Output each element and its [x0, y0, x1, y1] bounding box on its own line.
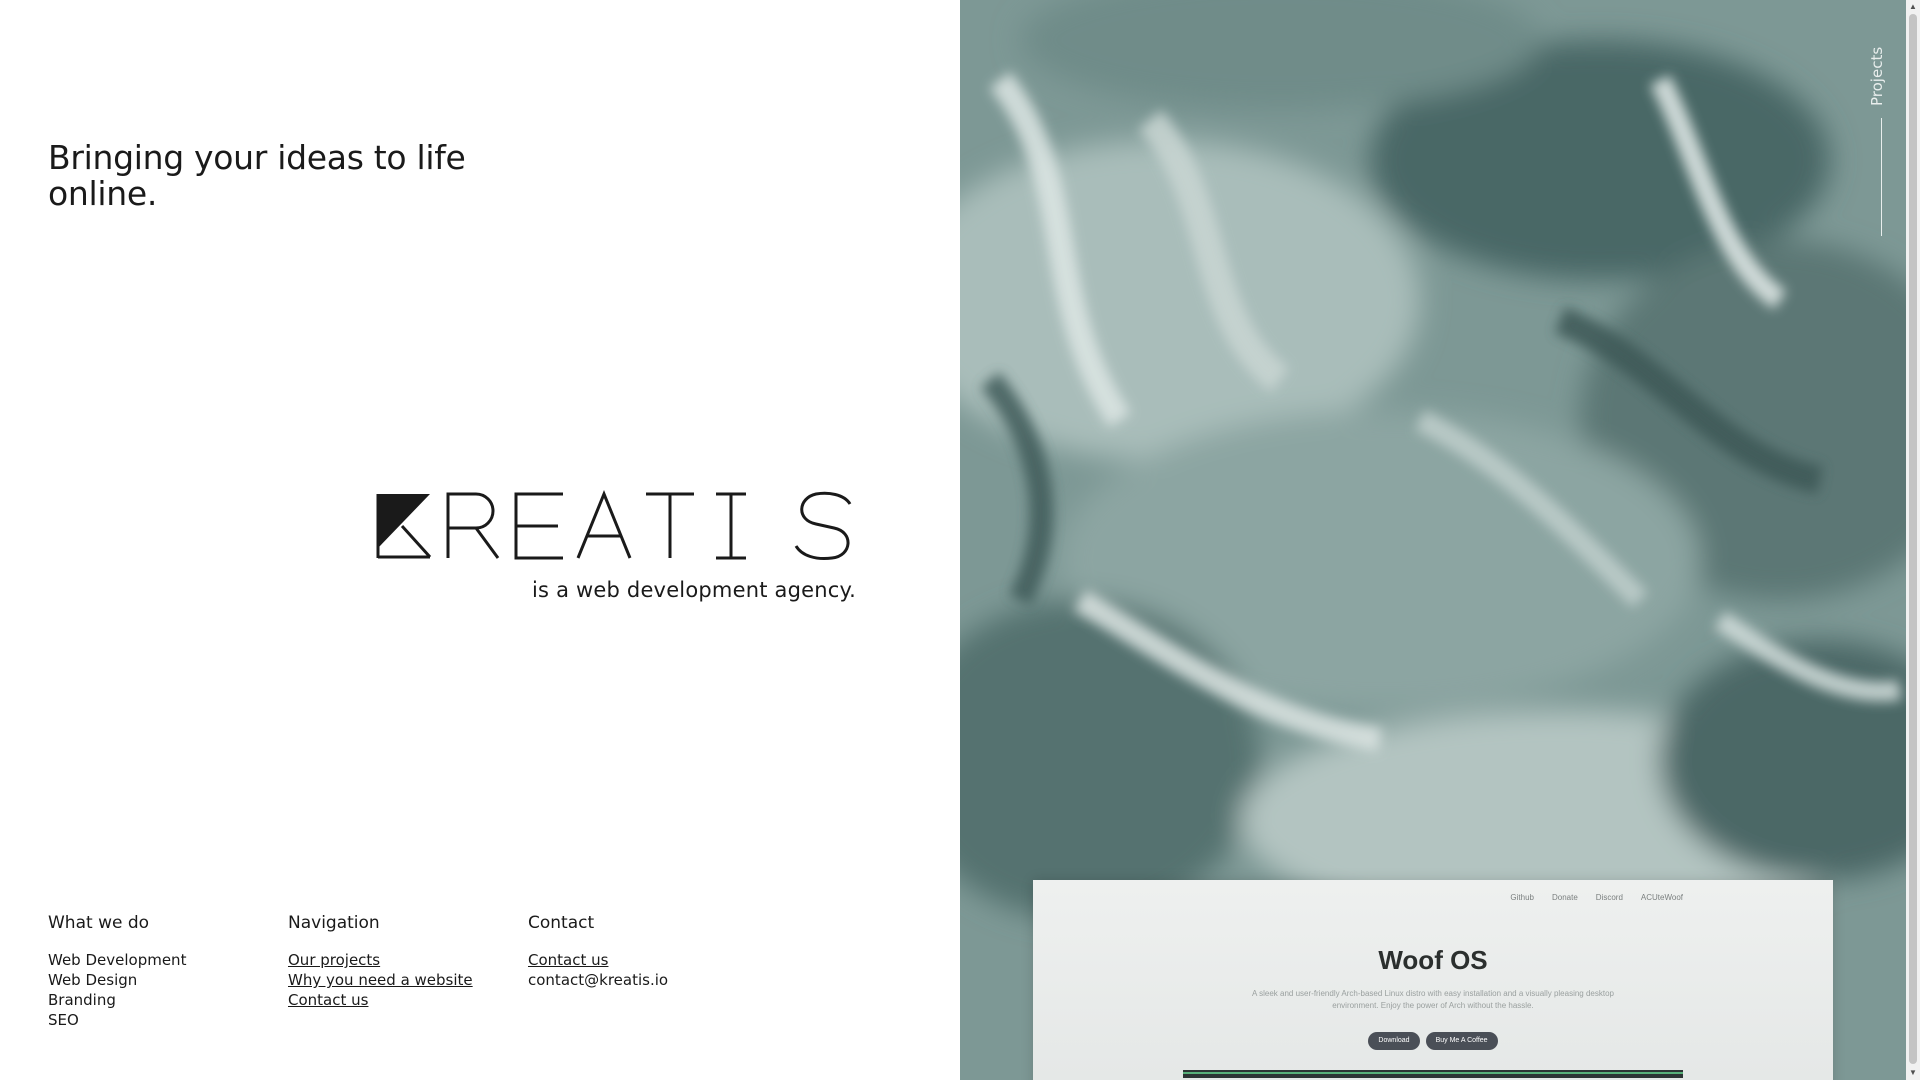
preview-description: A sleek and user-friendly Arch-based Lin… — [1252, 989, 1614, 1010]
preview-coffee-button: Buy Me A Coffee — [1425, 1032, 1498, 1050]
scroll-down-icon[interactable]: ▼ — [1906, 1066, 1920, 1080]
preview-taskbar — [1183, 1070, 1683, 1078]
preview-nav-item: ACUteWoof — [1640, 893, 1683, 902]
what-we-do-column: What we do Web Development Web Design Br… — [48, 913, 288, 1030]
preview-buttons: Download Buy Me A Coffee — [1033, 1032, 1833, 1050]
brand-subtitle: is a web development agency. — [532, 578, 856, 602]
service-item: Web Design — [48, 971, 138, 989]
nav-link-contact-us[interactable]: Contact us — [288, 990, 528, 1010]
page-scrollbar[interactable]: ▲ ▼ — [1906, 0, 1920, 1080]
service-item: Web Development — [48, 951, 187, 969]
footer-columns: What we do Web Development Web Design Br… — [48, 913, 768, 1030]
hero-panel: Bringing your ideas to life online. is a… — [0, 0, 960, 1080]
kreatis-wordmark — [376, 490, 852, 560]
preview-taskbar-accent — [1183, 1072, 1683, 1074]
contact-column: Contact Contact us contact@kreatis.io — [528, 913, 768, 1030]
preview-nav-item: Github — [1510, 893, 1534, 902]
what-we-do-heading: What we do — [48, 913, 150, 933]
scrollbar-thumb[interactable] — [1909, 14, 1917, 1064]
service-item: Branding — [48, 991, 116, 1009]
nav-link-why-website[interactable]: Why you need a website — [288, 970, 528, 990]
navigation-column: Navigation Our projects Why you need a w… — [288, 913, 528, 1030]
preview-nav: Github Donate Discord ACUteWoof — [1510, 893, 1683, 902]
service-item: SEO — [48, 1011, 79, 1029]
contact-us-link[interactable]: Contact us — [528, 950, 768, 970]
scroll-up-icon[interactable]: ▲ — [1906, 0, 1920, 14]
contact-email: contact@kreatis.io — [528, 971, 669, 989]
preview-download-button: Download — [1368, 1032, 1420, 1050]
projects-tab-divider — [1881, 118, 1882, 236]
brand-logo: is a web development agency. — [376, 490, 856, 610]
hero-tagline: Bringing your ideas to life online. — [48, 138, 466, 213]
contact-heading: Contact — [528, 913, 595, 933]
navigation-heading: Navigation — [288, 913, 380, 933]
preview-title: Woof OS — [1378, 945, 1488, 975]
nav-link-our-projects[interactable]: Our projects — [288, 950, 528, 970]
preview-nav-item: Discord — [1595, 893, 1623, 902]
projects-panel: Projects Github Donate Discord ACUteWoof… — [960, 0, 1906, 1080]
projects-tab-label[interactable]: Projects — [1868, 46, 1894, 106]
preview-nav-item: Donate — [1551, 893, 1578, 902]
projects-side-tab[interactable]: Projects — [1868, 46, 1894, 236]
project-preview-card[interactable]: Github Donate Discord ACUteWoof Woof OS … — [1033, 880, 1833, 1080]
